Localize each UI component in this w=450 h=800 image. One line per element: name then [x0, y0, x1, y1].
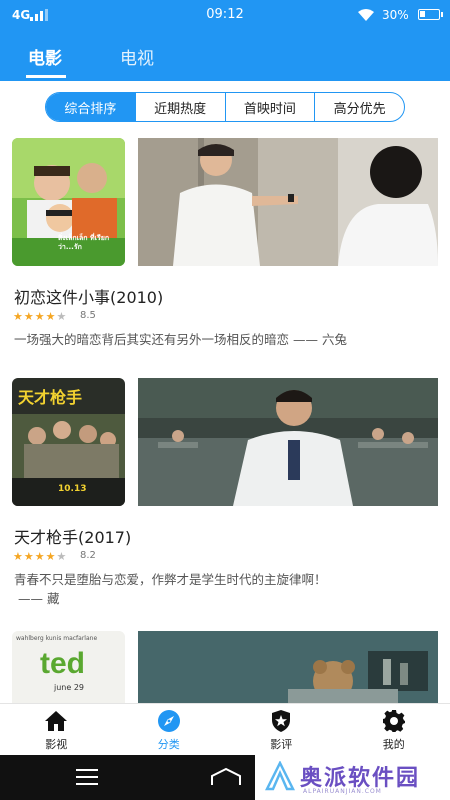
movie-title[interactable]: 天才枪手(2017) [14, 524, 131, 548]
nav-label: 我的 [382, 738, 405, 751]
movie-poster[interactable]: wahlberg kunis macfarlane ted june 29 [12, 631, 125, 703]
poster-title: สิ่งเล็กเล็ก ที่เรียกว่า...รัก [58, 234, 110, 251]
movie-title[interactable]: 初恋这件小事(2010) [14, 284, 163, 308]
sort-segmented-control: 综合排序 近期热度 首映时间 高分优先 [45, 92, 405, 122]
watermark-subtext: ALPAIRUANJIAN.COM [303, 788, 382, 795]
nav-profile[interactable]: 我的 [338, 704, 450, 755]
poster-date: 10.13 [58, 484, 87, 494]
menu-icon[interactable] [76, 769, 98, 785]
nav-reviews[interactable]: 影评 [225, 704, 338, 755]
poster-date: june 29 [54, 683, 85, 692]
active-tab-indicator [26, 75, 66, 78]
nav-home[interactable]: 影视 [0, 704, 113, 755]
home-icon [45, 711, 68, 731]
movie-poster[interactable]: 天才枪手 10.13 [12, 378, 125, 506]
poster-title: ted [40, 647, 85, 680]
watermark: 奥派软件园 ALPAIRUANJIAN.COM [255, 755, 450, 800]
wifi-icon [358, 9, 374, 21]
movie-quote: 一场强大的暗恋背后其实还有另外一场相反的暗恋 —— 六兔 [14, 332, 347, 347]
movie-poster[interactable]: สิ่งเล็กเล็ก ที่เรียกว่า...รัก [12, 138, 125, 266]
nav-label: 分类 [157, 738, 180, 751]
bottom-navigation: 影视 分类 影评 我的 [0, 703, 450, 755]
shield-star-icon [272, 710, 291, 732]
battery-text: 30% [382, 8, 409, 22]
battery-level [420, 11, 425, 17]
tab-movies[interactable]: 电影 [28, 44, 62, 69]
movie-still[interactable] [138, 138, 438, 266]
poster-title: 天才枪手 [18, 388, 83, 407]
movie-quote: 青春不只是堕胎与恋爱，作弊才是学生时代的主旋律啊！ —— 藏 [14, 572, 327, 606]
battery-icon [418, 9, 443, 20]
compass-icon [157, 710, 180, 732]
rating-score: 8.5 [80, 310, 96, 321]
movie-still[interactable] [138, 631, 438, 703]
rating-stars: ★★★★★ [13, 310, 68, 323]
movie-still[interactable] [138, 378, 438, 506]
watermark-logo-icon [265, 761, 295, 791]
status-bar: 4G 09:12 30% [0, 0, 450, 30]
nav-category[interactable]: 分类 [113, 704, 226, 755]
sort-high-score[interactable]: 高分优先 [315, 93, 404, 121]
poster-names: wahlberg kunis macfarlane [16, 635, 98, 642]
home-button-icon[interactable] [210, 767, 242, 787]
sort-premiere-time[interactable]: 首映时间 [226, 93, 316, 121]
nav-label: 影视 [45, 738, 68, 751]
nav-label: 影评 [270, 738, 293, 751]
gear-icon [382, 710, 405, 732]
movie-year: (2010) [110, 288, 164, 307]
app-header: 4G 09:12 30% 电影 电视 [0, 0, 450, 81]
rating-stars: ★★★★★ [13, 550, 68, 563]
tab-tv[interactable]: 电视 [120, 44, 154, 69]
rating-score: 8.2 [80, 550, 96, 561]
sort-recent-popularity[interactable]: 近期热度 [136, 93, 226, 121]
sort-comprehensive[interactable]: 综合排序 [46, 93, 136, 121]
movie-year: (2017) [78, 528, 132, 547]
